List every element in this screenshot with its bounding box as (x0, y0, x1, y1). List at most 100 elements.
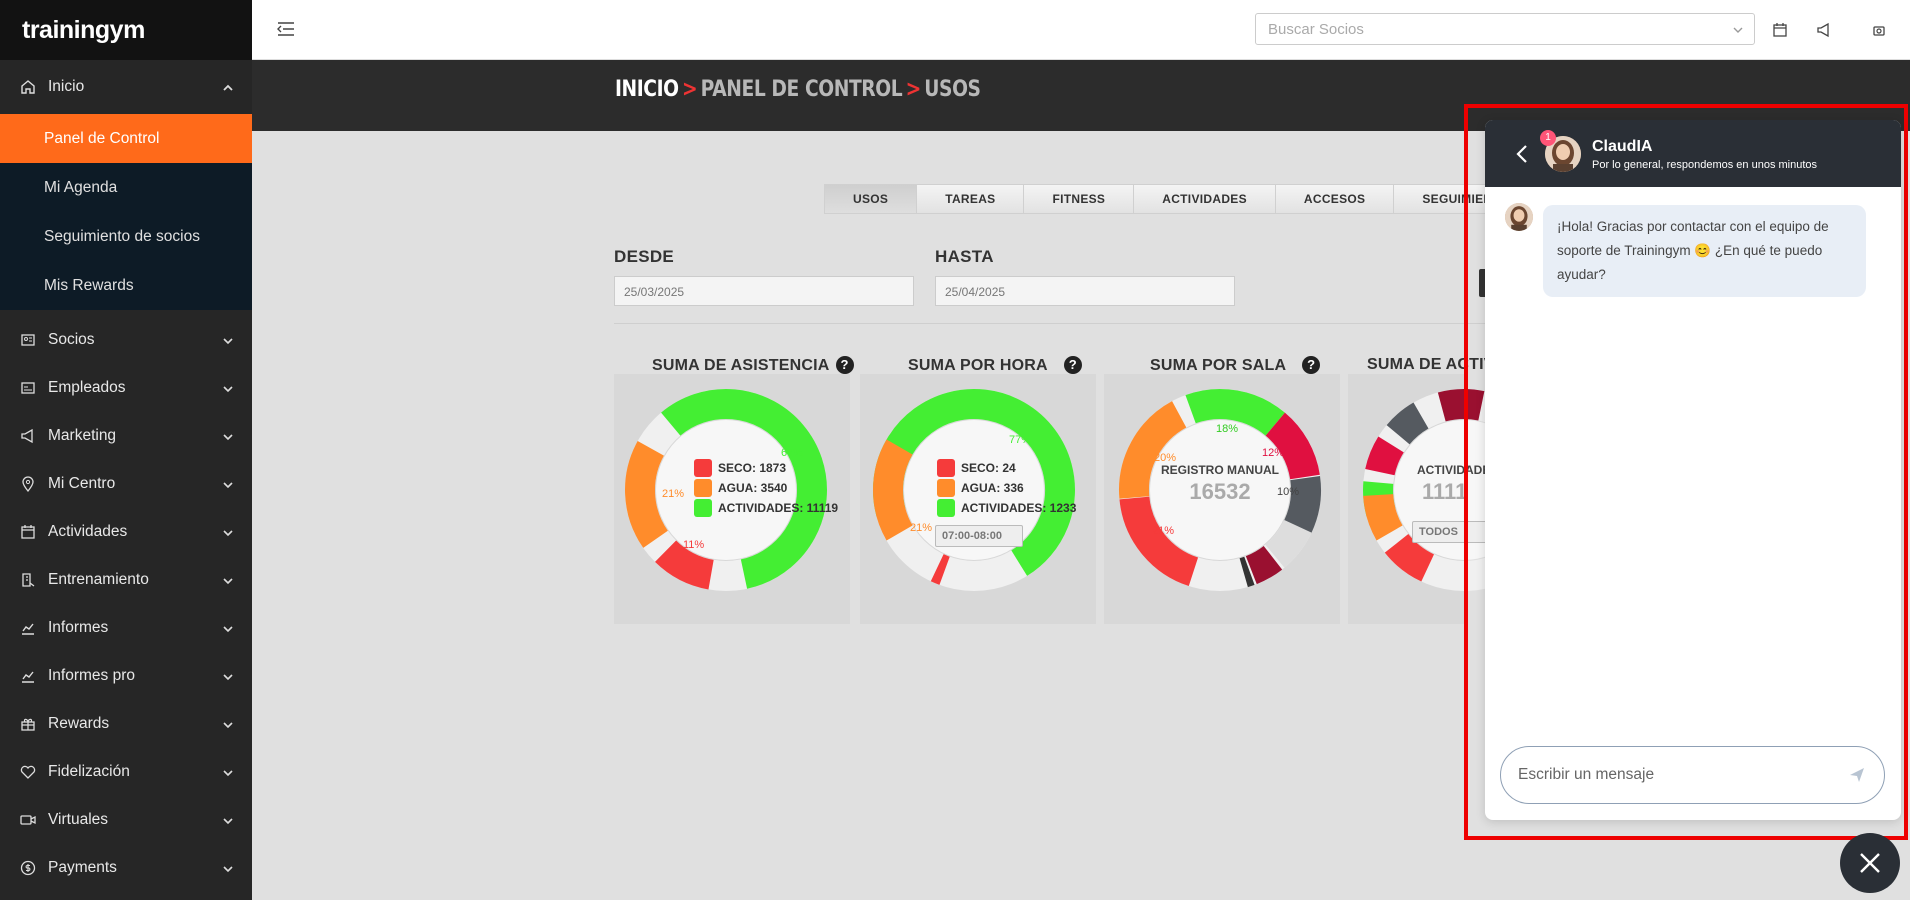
sidebar-subitem-mis-rewards[interactable]: Mis Rewards (0, 261, 252, 310)
logo-bar: trainingym (0, 0, 252, 60)
pct-label: 10% (1277, 486, 1300, 498)
pct-label: 20% (1154, 452, 1177, 464)
message-input[interactable]: Escribir un mensaje (1500, 746, 1885, 804)
close-icon (1860, 853, 1880, 873)
trainingym-logo[interactable]: trainingym (22, 16, 145, 45)
swatch-actividades (694, 499, 712, 517)
dumbbell-icon (20, 572, 36, 588)
tab-fitness[interactable]: FITNESS (1024, 184, 1135, 214)
chevron-down-icon (222, 622, 234, 634)
center-value-actividades: 1111 (1422, 479, 1468, 504)
sidebar-subitem-seguimiento-de-socios[interactable]: Seguimiento de socios (0, 212, 252, 261)
legend-item-seco: SECO: 24 (937, 458, 1076, 478)
pct-label: 11% (683, 539, 705, 551)
tab-usos[interactable]: USOS (824, 184, 918, 214)
legend-item-seco: SECO: 1873 (694, 458, 838, 478)
tab-tareas[interactable]: TAREAS (917, 184, 1025, 214)
sidebar-item-label: Actividades (48, 523, 128, 540)
chart-title-asistencia: SUMA DE ASISTENCIA? (652, 356, 854, 375)
swatch-seco (694, 459, 712, 477)
pct-label: 21% (662, 488, 685, 500)
chevron-down-icon (222, 382, 234, 394)
help-icon[interactable]: ? (1302, 356, 1321, 374)
agent-response-time: Por lo general, respondemos en unos minu… (1592, 159, 1818, 171)
chevron-down-icon (222, 430, 234, 442)
dashboard-tabs: USOS TAREAS FITNESS ACTIVIDADES ACCESOS … (824, 184, 1560, 214)
chevron-down-icon (222, 574, 234, 586)
menu-toggle-icon[interactable] (276, 20, 296, 38)
sidebar-item-rewards[interactable]: Rewards (0, 700, 252, 748)
legend-item-agua: AGUA: 336 (937, 478, 1076, 498)
legend-item-agua: AGUA: 3540 (694, 478, 838, 498)
sidebar-item-socios[interactable]: Socios (0, 316, 252, 364)
hour-select[interactable]: 07:00-08:00 (935, 525, 1023, 547)
hasta-date-input[interactable]: 25/04/2025 (935, 276, 1235, 306)
sidebar-item-informes[interactable]: Informes (0, 604, 252, 652)
sidebar-item-label: Mi Centro (48, 475, 116, 492)
desde-date-input[interactable]: 25/03/2025 (614, 276, 914, 306)
sidebar-item-fidelizacion[interactable]: Fidelización (0, 748, 252, 796)
back-arrow-icon[interactable] (1515, 144, 1529, 164)
sidebar-item-label: Empleados (48, 379, 126, 396)
sidebar-item-label: Informes (48, 619, 109, 636)
sidebar-item-empleados[interactable]: Empleados (0, 364, 252, 412)
sidebar-item-inicio[interactable]: Inicio (0, 60, 252, 114)
sidebar-item-label: Payments (48, 859, 117, 876)
gift-icon (20, 716, 36, 732)
tab-accesos[interactable]: ACCESOS (1275, 184, 1395, 214)
close-chat-button[interactable] (1840, 833, 1900, 893)
sidebar-subitem-mi-agenda[interactable]: Mi Agenda (0, 163, 252, 212)
calendar-icon[interactable] (1772, 22, 1788, 38)
home-icon (20, 79, 36, 95)
help-icon[interactable]: ? (835, 356, 854, 374)
id-card-icon (20, 332, 36, 348)
sidebar-item-label: Virtuales (48, 811, 109, 828)
help-icon[interactable]: ? (1063, 356, 1082, 374)
chart-title-sala: SUMA POR SALA? (1150, 356, 1321, 375)
sidebar-item-label: Rewards (48, 715, 110, 732)
chevron-down-icon (222, 478, 234, 490)
sidebar-subitem-panel-de-control[interactable]: Panel de Control (0, 114, 252, 163)
pct-label: 67% (781, 447, 804, 459)
pct-label: 21% (1152, 525, 1175, 537)
breadcrumb-separator: > (682, 77, 698, 102)
breadcrumb-inicio[interactable]: INICIO (615, 77, 679, 102)
pct-label: 77% (1009, 434, 1032, 446)
sidebar-item-virtuales[interactable]: Virtuales (0, 796, 252, 844)
location-pin-icon (20, 476, 36, 492)
agent-name: ClaudIA (1592, 138, 1653, 155)
sidebar-item-payments[interactable]: Payments (0, 844, 252, 892)
chevron-up-icon (222, 81, 234, 93)
tab-actividades[interactable]: ACTIVIDADES (1134, 184, 1276, 214)
notification-badge: 1 (1540, 130, 1556, 146)
sidebar-item-informes-pro[interactable]: Informes pro (0, 652, 252, 700)
video-icon (20, 812, 36, 828)
camera-icon[interactable] (1871, 22, 1887, 38)
top-bar: Buscar Socios (252, 0, 1910, 60)
chevron-down-icon (222, 670, 234, 682)
sidebar-item-label: Socios (48, 331, 95, 348)
legend-asistencia: SECO: 1873 AGUA: 3540 ACTIVIDADES: 11119 (694, 458, 838, 518)
megaphone-icon (20, 428, 36, 444)
message-avatar (1505, 203, 1533, 231)
megaphone-icon[interactable] (1816, 22, 1832, 38)
send-icon[interactable] (1848, 766, 1866, 784)
chart-title-hora: SUMA POR HORA? (908, 356, 1082, 375)
sidebar-item-marketing[interactable]: Marketing (0, 412, 252, 460)
chevron-down-icon (222, 766, 234, 778)
search-placeholder: Buscar Socios (1268, 21, 1364, 38)
sidebar-item-entrenamiento[interactable]: Entrenamiento (0, 556, 252, 604)
breadcrumb-panel[interactable]: PANEL DE CONTROL (701, 77, 903, 102)
sidebar-item-label: Informes pro (48, 667, 136, 684)
breadcrumb-separator: > (905, 77, 922, 102)
pct-label: 12% (1262, 447, 1285, 459)
dollar-icon (20, 860, 36, 876)
sidebar-item-mi-centro[interactable]: Mi Centro (0, 460, 252, 508)
sidebar-item-label: Marketing (48, 427, 117, 444)
sidebar: trainingym Inicio Panel de Control Mi Ag… (0, 0, 252, 900)
badge-icon (20, 380, 36, 396)
chevron-down-icon (222, 334, 234, 346)
pct-label: 21% (910, 522, 933, 534)
search-members-select[interactable]: Buscar Socios (1255, 13, 1755, 45)
sidebar-item-actividades[interactable]: Actividades (0, 508, 252, 556)
